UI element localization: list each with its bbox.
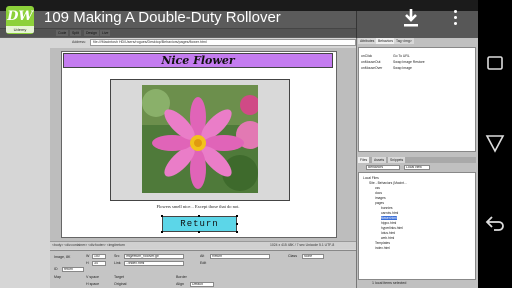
- file-tree-item[interactable]: index.html: [375, 246, 390, 250]
- file-tree-item[interactable]: Local Files: [363, 176, 379, 180]
- target-label: Target: [114, 275, 124, 279]
- logo-sub: Udemy: [6, 26, 34, 33]
- width-field[interactable]: 150: [92, 254, 106, 259]
- behavior-action[interactable]: Go To URL: [393, 54, 410, 58]
- width-label: W: [86, 254, 90, 258]
- vspace-label: V space: [86, 275, 99, 279]
- tab-tag[interactable]: Tag <img>: [394, 38, 414, 44]
- home-icon[interactable]: [484, 132, 506, 154]
- original-label: Original: [114, 282, 127, 286]
- file-tree-item[interactable]: bunnies: [381, 206, 393, 210]
- edit-label: Edit: [200, 261, 207, 265]
- src-field[interactable]: img/return_rollover.gif: [124, 254, 184, 259]
- file-tree-item[interactable]: Templates: [375, 241, 390, 245]
- file-tree-item[interactable]: web.html: [381, 236, 394, 240]
- border-label: Border: [176, 275, 187, 279]
- address-field[interactable]: file:///Macintosh HD/Users/rogues/Deskto…: [90, 39, 356, 46]
- back-icon[interactable]: [484, 212, 506, 234]
- tab-assets[interactable]: Assets: [372, 157, 387, 163]
- site-select[interactable]: Behaviors: [366, 165, 400, 170]
- selection-handle[interactable]: [236, 231, 238, 233]
- selection-handle[interactable]: [198, 231, 200, 233]
- android-nav-bar: [478, 0, 512, 288]
- src-label: Src: [114, 254, 120, 258]
- file-tree-item[interactable]: lotus.html: [381, 231, 395, 235]
- udemy-dw-logo: DW Udemy: [6, 6, 34, 34]
- behavior-event[interactable]: onClick: [361, 54, 372, 58]
- file-tree-item[interactable]: carrots.html: [381, 211, 398, 215]
- alt-field[interactable]: Return: [210, 254, 270, 259]
- download-icon[interactable]: [402, 8, 420, 28]
- window-size-readout: 1024 x 415 48K / 7 sec Unicode 5.1 UTF-8: [270, 243, 335, 247]
- flower-caption: Flowers smell nice... Except those that …: [156, 204, 240, 209]
- behavior-action[interactable]: Swap Image Restore: [393, 60, 425, 64]
- align-select[interactable]: Default: [190, 282, 214, 287]
- file-tree-item[interactable]: pages: [375, 201, 384, 205]
- files-panel-tabs: Files Assets Snippets: [358, 157, 476, 163]
- alt-label: Alt: [200, 254, 205, 258]
- file-tree-item[interactable]: Site - Behaviors (Macint...: [369, 181, 407, 185]
- selection-handle[interactable]: [236, 223, 238, 225]
- file-tree-item[interactable]: images: [375, 196, 386, 200]
- align-label: Align: [176, 282, 184, 286]
- file-tree-item[interactable]: docs: [375, 191, 382, 195]
- hspace-label: H space: [86, 282, 100, 286]
- behavior-action[interactable]: Swap Image: [393, 66, 412, 70]
- id-label: ID: [54, 267, 58, 271]
- logo-text: DW: [7, 9, 33, 24]
- more-options-icon[interactable]: [452, 10, 458, 28]
- return-button[interactable]: Return: [162, 216, 237, 232]
- lecture-title: 109 Making A Double-Duty Rollover: [44, 9, 281, 26]
- page-title: Nice Flower: [63, 53, 333, 68]
- tab-behaviors[interactable]: Behaviors: [376, 38, 396, 44]
- selection-handle[interactable]: [161, 215, 163, 217]
- property-inspector: Image, 8K W 150 H 34 Src img/return_roll…: [50, 250, 356, 288]
- behavior-event[interactable]: onMouseOver: [361, 66, 382, 70]
- address-label: Address:: [72, 40, 86, 44]
- flower-photo: [142, 85, 258, 193]
- link-field[interactable]: ../index.html: [124, 261, 184, 266]
- selection-handle[interactable]: [198, 215, 200, 217]
- file-tree-item[interactable]: css: [375, 186, 380, 190]
- tab-snippets[interactable]: Snippets: [388, 157, 406, 163]
- file-tree-item[interactable]: hippo.html: [381, 221, 396, 225]
- video-frame[interactable]: Code Split Design Live Address: file:///…: [0, 0, 478, 288]
- selection-handle[interactable]: [161, 231, 163, 233]
- behaviors-list: onClick Go To URL onMouseOut Swap Image …: [358, 47, 476, 152]
- height-label: H: [86, 261, 89, 265]
- tab-attributes[interactable]: Attributes: [358, 38, 377, 44]
- tag-selector[interactable]: <body> <div.container> <div.footer> <img…: [50, 241, 356, 249]
- class-label: Class: [288, 254, 297, 258]
- files-tree: Local Files Site - Behaviors (Macint... cs…: [358, 172, 476, 280]
- screen: Code Split Design Live Address: file:///…: [0, 0, 512, 288]
- files-status: 1 local items selected: [372, 281, 407, 285]
- file-tree-item[interactable]: flower.html: [381, 216, 397, 220]
- recent-apps-icon[interactable]: [484, 52, 506, 74]
- map-label: Map: [54, 275, 61, 279]
- view-select[interactable]: Local view: [404, 165, 430, 170]
- tab-files[interactable]: Files: [358, 157, 370, 163]
- file-tree-item[interactable]: hyperlinks.html: [381, 226, 403, 230]
- height-field[interactable]: 34: [92, 261, 106, 266]
- behavior-event[interactable]: onMouseOut: [361, 60, 380, 64]
- tag-path[interactable]: <body> <div.container> <div.footer> <img…: [52, 243, 125, 247]
- id-field[interactable]: return: [62, 267, 84, 272]
- class-select[interactable]: None: [302, 254, 324, 259]
- selection-handle[interactable]: [236, 215, 238, 217]
- image-size-label: Image, 8K: [54, 255, 71, 259]
- link-label: Link: [114, 261, 121, 265]
